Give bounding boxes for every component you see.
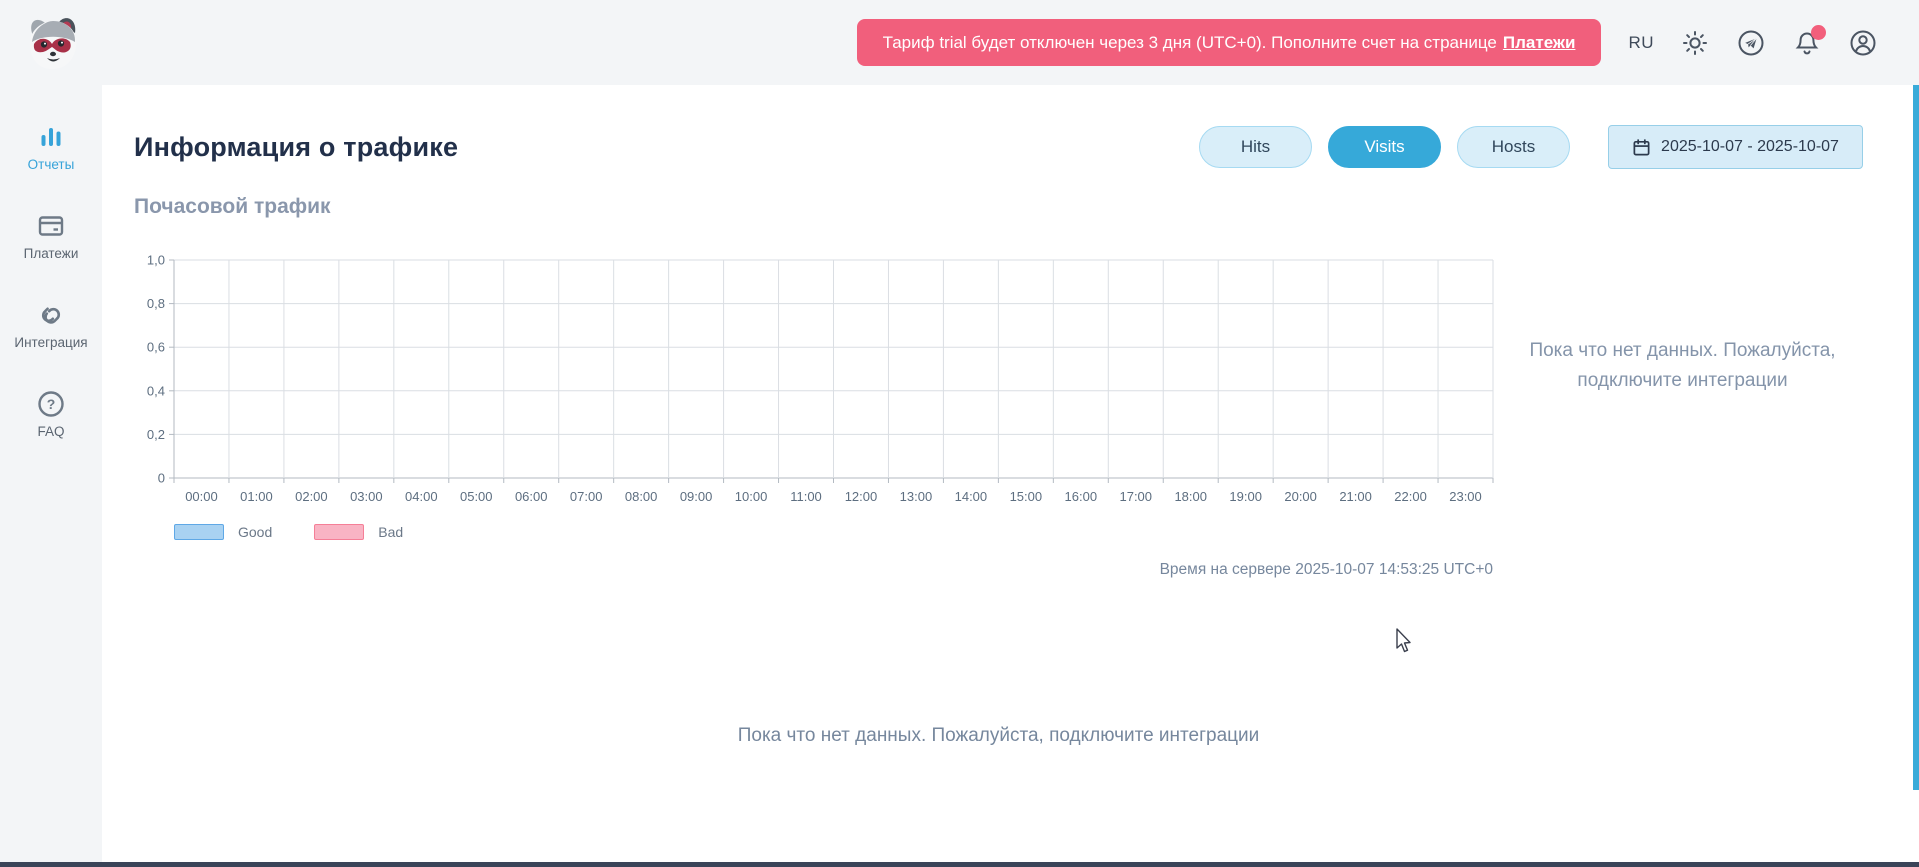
tab-hits[interactable]: Hits (1199, 126, 1312, 168)
svg-text:18:00: 18:00 (1174, 489, 1207, 504)
date-range-value: 2025-10-07 - 2025-10-07 (1661, 138, 1839, 156)
svg-text:23:00: 23:00 (1449, 489, 1482, 504)
svg-text:05:00: 05:00 (460, 489, 493, 504)
date-range-picker[interactable]: 2025-10-07 - 2025-10-07 (1608, 125, 1863, 169)
svg-text:07:00: 07:00 (570, 489, 603, 504)
theme-toggle-button[interactable] (1680, 28, 1710, 58)
sidebar-item-label: Интеграция (14, 335, 87, 350)
trial-warning-banner: Тариф trial будет отключен через 3 дня (… (857, 19, 1602, 66)
raccoon-logo-icon[interactable] (20, 13, 84, 73)
server-time: Время на сервере 2025-10-07 14:53:25 UTC… (134, 561, 1502, 579)
no-data-bottom-message: Пока что нет данных. Пожалуйста, подключ… (134, 725, 1863, 747)
banner-payments-link[interactable]: Платежи (1503, 33, 1576, 53)
scrollbar-thumb[interactable] (1913, 85, 1919, 790)
svg-text:09:00: 09:00 (680, 489, 713, 504)
svg-text:14:00: 14:00 (955, 489, 988, 504)
svg-text:10:00: 10:00 (735, 489, 768, 504)
svg-text:02:00: 02:00 (295, 489, 328, 504)
svg-text:15:00: 15:00 (1010, 489, 1043, 504)
sidebar-item-label: Платежи (24, 246, 79, 261)
user-icon (1849, 29, 1877, 57)
question-circle-icon: ? (37, 390, 65, 418)
calendar-icon (1632, 138, 1651, 157)
svg-text:17:00: 17:00 (1119, 489, 1152, 504)
legend-swatch-bad (314, 524, 364, 540)
sidebar: Отчеты Платежи Интеграция ? FAQ (0, 85, 102, 867)
svg-text:19:00: 19:00 (1229, 489, 1262, 504)
chart-column: 0 0,2 0,4 0,6 0,8 1,0 00:00 01:00 02:00 03:00 04:0… (134, 252, 1502, 579)
sidebar-item-payments[interactable]: Платежи (0, 212, 102, 261)
bottom-window-edge (0, 862, 1919, 867)
header-actions: RU (1628, 28, 1878, 58)
top-bar: Тариф trial будет отключен через 3 дня (… (0, 0, 1919, 85)
sun-icon (1681, 29, 1709, 57)
svg-text:0,2: 0,2 (147, 427, 165, 442)
svg-text:16:00: 16:00 (1065, 489, 1098, 504)
notification-dot (1811, 25, 1826, 40)
traffic-controls: Hits Visits Hosts 2025-10-07 - 2025-10-0… (1199, 125, 1863, 169)
telegram-icon (1737, 29, 1765, 57)
svg-text:03:00: 03:00 (350, 489, 383, 504)
svg-text:06:00: 06:00 (515, 489, 548, 504)
credit-card-icon (37, 212, 65, 240)
svg-text:0,6: 0,6 (147, 340, 165, 355)
main-content: Информация о трафике Hits Visits Hosts 2… (102, 85, 1919, 867)
no-data-side-message: Пока что нет данных. Пожалуйста, подключ… (1502, 336, 1863, 396)
banner-text: Тариф trial будет отключен через 3 дня (… (883, 33, 1497, 53)
app-root: Тариф trial будет отключен через 3 дня (… (0, 0, 1919, 867)
svg-text:0,8: 0,8 (147, 296, 165, 311)
notifications-button[interactable] (1792, 28, 1822, 58)
svg-text:0,4: 0,4 (147, 383, 165, 398)
svg-text:08:00: 08:00 (625, 489, 658, 504)
svg-text:1,0: 1,0 (147, 253, 165, 268)
sidebar-item-integration[interactable]: Интеграция (0, 301, 102, 350)
svg-text:20:00: 20:00 (1284, 489, 1317, 504)
link-icon (37, 301, 65, 329)
telegram-button[interactable] (1736, 28, 1766, 58)
hourly-traffic-chart: 0 0,2 0,4 0,6 0,8 1,0 00:00 01:00 02:00 03:00 04:0… (134, 252, 1502, 505)
language-selector[interactable]: RU (1628, 33, 1654, 53)
page-title: Информация о трафике (134, 132, 458, 163)
svg-text:?: ? (47, 396, 56, 412)
profile-button[interactable] (1848, 28, 1878, 58)
sidebar-item-faq[interactable]: ? FAQ (0, 390, 102, 439)
bar-chart-icon (37, 123, 65, 151)
svg-text:00:00: 00:00 (185, 489, 218, 504)
legend-label-good: Good (238, 524, 272, 540)
sidebar-item-reports[interactable]: Отчеты (0, 123, 102, 172)
svg-text:04:00: 04:00 (405, 489, 438, 504)
svg-text:22:00: 22:00 (1394, 489, 1427, 504)
svg-text:21:00: 21:00 (1339, 489, 1372, 504)
svg-text:01:00: 01:00 (240, 489, 273, 504)
tab-hosts[interactable]: Hosts (1457, 126, 1570, 168)
svg-text:12:00: 12:00 (845, 489, 878, 504)
sidebar-item-label: Отчеты (28, 157, 75, 172)
chart-title: Почасовой трафик (134, 195, 1863, 219)
svg-text:11:00: 11:00 (790, 489, 822, 504)
sidebar-item-label: FAQ (37, 424, 64, 439)
legend-label-bad: Bad (378, 524, 403, 540)
legend-swatch-good (174, 524, 224, 540)
svg-text:13:00: 13:00 (900, 489, 933, 504)
chart-legend: Good Bad (174, 524, 1502, 540)
tab-visits[interactable]: Visits (1328, 126, 1441, 168)
svg-text:0: 0 (158, 471, 165, 486)
